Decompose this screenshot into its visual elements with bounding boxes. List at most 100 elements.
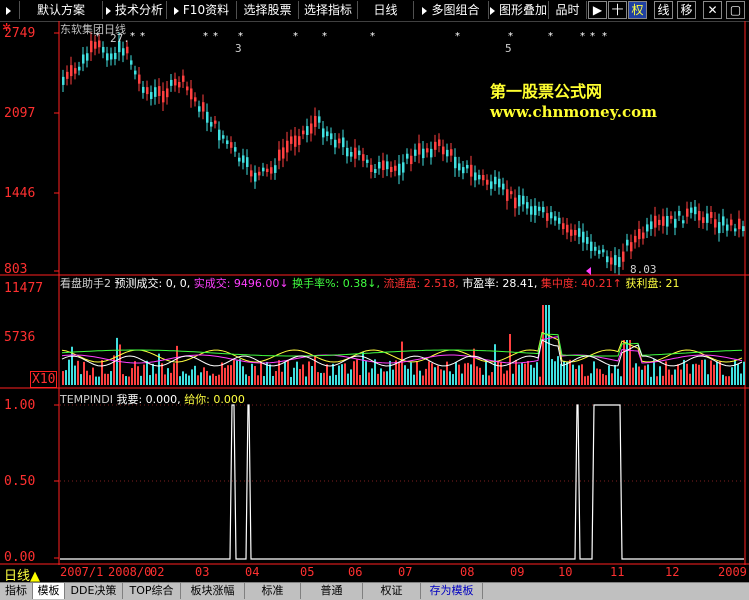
watermark-title: 第一股票公式网 xyxy=(490,82,603,101)
candle-body xyxy=(694,206,697,215)
candle-body xyxy=(210,122,213,127)
volume-bar xyxy=(650,376,652,385)
tab-template[interactable]: 模板 xyxy=(33,583,65,599)
volume-bar xyxy=(83,361,85,385)
volume-bar xyxy=(179,376,181,385)
volume-bar xyxy=(212,373,214,385)
candle-body xyxy=(478,174,481,180)
candle-body xyxy=(722,216,725,226)
default-scheme-button[interactable]: 默认方案 xyxy=(20,1,103,19)
multi-chart-button[interactable]: 多图组合 xyxy=(414,1,489,19)
volume-bar xyxy=(710,360,712,385)
volume-bar xyxy=(134,361,136,385)
candle-body xyxy=(110,53,113,60)
candle-body xyxy=(170,79,173,86)
volume-bar xyxy=(323,372,325,385)
period-daily-button[interactable]: 日线 xyxy=(358,1,414,19)
volume-bar xyxy=(197,375,199,385)
candle-body xyxy=(706,213,709,223)
volume-bar xyxy=(338,365,340,385)
volume-bar xyxy=(101,360,103,385)
right-arrow-icon[interactable]: ▶ xyxy=(588,1,607,19)
volume-bar xyxy=(125,376,127,385)
event-marker: * xyxy=(213,31,218,42)
tab-standard[interactable]: 标准 xyxy=(245,583,301,599)
volume-bar xyxy=(278,360,280,385)
tab-warrant[interactable]: 权证 xyxy=(363,583,421,599)
volume-bar xyxy=(398,361,400,385)
volume-bar xyxy=(254,366,256,385)
forecast-volume: 预测成交: 0, 0, xyxy=(114,277,191,290)
close-icon[interactable]: ✕ xyxy=(703,1,722,19)
tab-save-template[interactable]: 存为模板 xyxy=(421,583,483,599)
volume-bar xyxy=(731,367,733,385)
volume-bar xyxy=(95,376,97,385)
tab-indicator[interactable]: 指标 xyxy=(0,583,33,599)
volume-bar xyxy=(86,370,88,385)
tab-top-composite[interactable]: TOP综合 xyxy=(123,583,181,599)
price-label-3: 1446 xyxy=(4,186,36,201)
candle-body xyxy=(678,211,681,216)
volume-bar xyxy=(515,359,517,385)
toolbar-expand-icon[interactable] xyxy=(2,1,20,19)
tech-analysis-button[interactable]: 技术分析 xyxy=(103,1,167,19)
candle-body xyxy=(730,219,733,226)
move-button[interactable]: 移 xyxy=(677,1,696,19)
volume-bar xyxy=(602,373,604,385)
volume-bar xyxy=(662,375,664,385)
candle-body xyxy=(246,157,249,167)
volume-bar xyxy=(431,363,433,385)
volume-bar xyxy=(521,362,523,385)
volume-bar xyxy=(692,364,694,385)
volume-bar xyxy=(407,368,409,385)
tab-sector-gain[interactable]: 板块涨幅 xyxy=(181,583,245,599)
volume-bar xyxy=(137,366,139,385)
volume-bar xyxy=(641,369,643,385)
volume-bar xyxy=(557,356,559,385)
candle-body xyxy=(294,135,297,147)
volume-bar xyxy=(635,363,637,385)
candle-body xyxy=(298,136,301,145)
volume-bar xyxy=(143,364,145,385)
volume-bar xyxy=(164,374,166,385)
signal-line xyxy=(60,404,744,560)
overlay-chart-button[interactable]: 图形叠加 xyxy=(489,1,549,19)
candle-body xyxy=(658,219,661,226)
candle-body xyxy=(686,208,689,217)
volume-bar xyxy=(140,375,142,385)
date-label: 08 xyxy=(460,565,475,579)
candle-body xyxy=(94,41,97,49)
tab-dde-decision[interactable]: DDE决策 xyxy=(65,583,123,599)
volume-bar xyxy=(620,376,622,385)
select-indicator-button[interactable]: 选择指标 xyxy=(299,1,358,19)
price-label-top: 2749 xyxy=(4,26,36,41)
volume-bar xyxy=(533,367,535,385)
candle-body xyxy=(438,139,441,146)
tab-normal[interactable]: 普通 xyxy=(301,583,363,599)
volume-bar xyxy=(290,376,292,385)
candle-body xyxy=(402,162,405,173)
volume-bar xyxy=(428,361,430,385)
volume-bar xyxy=(422,375,424,385)
volume-bar xyxy=(287,360,289,385)
volume-bar xyxy=(479,367,481,385)
candle-body xyxy=(178,82,181,88)
candle-body xyxy=(474,172,477,181)
volume-bar xyxy=(275,371,277,385)
line-button[interactable]: 线 xyxy=(654,1,673,19)
volume-bar xyxy=(335,374,337,385)
date-label: 04 xyxy=(245,565,260,579)
product-time-button[interactable]: 品时 xyxy=(549,1,587,19)
candle-body xyxy=(342,137,345,148)
candle-body xyxy=(558,217,561,224)
f10-button[interactable]: F10资料 xyxy=(167,1,237,19)
volume-bar xyxy=(683,359,685,385)
candle-body xyxy=(238,157,241,162)
crosshair-icon[interactable]: 十 xyxy=(608,1,627,19)
candle-body xyxy=(530,206,533,215)
select-stock-button[interactable]: 选择股票 xyxy=(237,1,299,19)
volume-bar xyxy=(206,370,208,385)
rights-button[interactable]: 权 xyxy=(628,1,647,19)
candle-body xyxy=(242,155,245,163)
restore-icon[interactable]: ▢ xyxy=(726,1,745,19)
